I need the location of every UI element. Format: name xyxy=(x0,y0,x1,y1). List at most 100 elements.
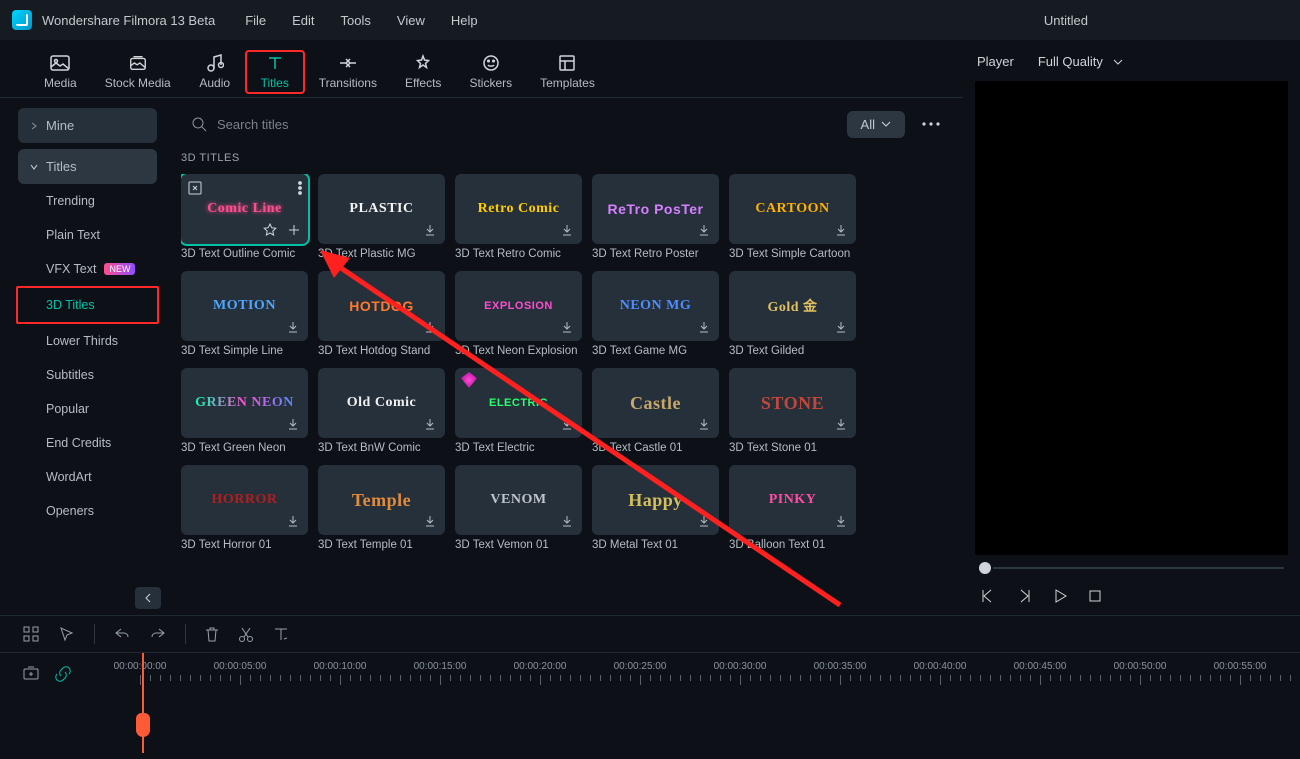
tab-transitions[interactable]: Transitions xyxy=(305,50,391,94)
prev-frame-button[interactable] xyxy=(979,587,997,605)
download-icon[interactable] xyxy=(284,318,302,336)
title-thumbnail[interactable]: HORROR xyxy=(181,465,308,535)
tab-media[interactable]: Media xyxy=(30,50,91,94)
title-card[interactable]: HOTDOG3D Text Hotdog Stand xyxy=(318,271,445,357)
progress-handle[interactable] xyxy=(979,562,991,574)
cursor-icon[interactable] xyxy=(58,625,76,643)
download-icon[interactable] xyxy=(421,415,439,433)
title-thumbnail[interactable]: PLASTIC xyxy=(318,174,445,244)
timeline[interactable]: 00:00:00:0000:00:05:0000:00:10:0000:00:1… xyxy=(0,653,1300,759)
download-icon[interactable] xyxy=(558,221,576,239)
tab-templates[interactable]: Templates xyxy=(526,50,609,94)
more-vert-icon[interactable] xyxy=(298,181,302,195)
delete-button[interactable] xyxy=(204,625,220,643)
sidebar-item-lower-thirds[interactable]: Lower Thirds xyxy=(18,324,157,358)
download-icon[interactable] xyxy=(421,318,439,336)
tab-effects[interactable]: Effects xyxy=(391,50,455,94)
sidebar-mine[interactable]: Mine xyxy=(18,108,157,143)
title-thumbnail[interactable]: Old Comic xyxy=(318,368,445,438)
title-thumbnail[interactable]: EXPLOSION xyxy=(455,271,582,341)
download-icon[interactable] xyxy=(832,221,850,239)
title-card[interactable]: PLASTIC3D Text Plastic MG xyxy=(318,174,445,260)
title-thumbnail[interactable]: Retro Comic xyxy=(455,174,582,244)
undo-button[interactable] xyxy=(113,625,131,643)
sidebar-item-trending[interactable]: Trending xyxy=(18,184,157,218)
quality-select[interactable]: Full Quality xyxy=(1038,54,1123,69)
sidebar-item-popular[interactable]: Popular xyxy=(18,392,157,426)
title-thumbnail[interactable]: Happy xyxy=(592,465,719,535)
download-icon[interactable] xyxy=(284,512,302,530)
menu-tools[interactable]: Tools xyxy=(341,13,371,28)
title-thumbnail[interactable]: Temple xyxy=(318,465,445,535)
title-card[interactable]: Castle3D Text Castle 01 xyxy=(592,368,719,454)
download-icon[interactable] xyxy=(558,415,576,433)
menu-view[interactable]: View xyxy=(397,13,425,28)
add-icon[interactable] xyxy=(286,222,302,238)
expand-icon[interactable] xyxy=(187,180,203,196)
link-icon[interactable] xyxy=(54,665,72,683)
star-icon[interactable] xyxy=(262,222,278,238)
title-thumbnail[interactable]: Castle xyxy=(592,368,719,438)
play-button[interactable] xyxy=(1051,587,1069,605)
filter-all-select[interactable]: All xyxy=(847,111,905,138)
download-icon[interactable] xyxy=(695,512,713,530)
sidebar-item-3d-titles[interactable]: 3D Titles xyxy=(16,286,159,324)
title-thumbnail[interactable]: HOTDOG xyxy=(318,271,445,341)
sidebar-item-subtitles[interactable]: Subtitles xyxy=(18,358,157,392)
text-tool-button[interactable] xyxy=(272,625,290,643)
tab-audio[interactable]: Audio xyxy=(185,50,245,94)
title-thumbnail[interactable]: Gold 金 xyxy=(729,271,856,341)
download-icon[interactable] xyxy=(558,318,576,336)
title-card[interactable]: Temple3D Text Temple 01 xyxy=(318,465,445,551)
next-frame-button[interactable] xyxy=(1015,587,1033,605)
title-card[interactable]: ELECTRIC3D Text Electric xyxy=(455,368,582,454)
redo-button[interactable] xyxy=(149,625,167,643)
download-icon[interactable] xyxy=(832,318,850,336)
title-card[interactable]: CARTOON3D Text Simple Cartoon xyxy=(729,174,856,260)
title-card[interactable]: PINKY3D Balloon Text 01 xyxy=(729,465,856,551)
title-card[interactable]: Gold 金3D Text Gilded xyxy=(729,271,856,357)
collapse-sidebar-button[interactable] xyxy=(135,587,161,609)
title-card[interactable]: HORROR3D Text Horror 01 xyxy=(181,465,308,551)
tab-stickers[interactable]: Stickers xyxy=(455,50,526,94)
title-thumbnail[interactable]: GREEN NEON xyxy=(181,368,308,438)
title-card[interactable]: Old Comic3D Text BnW Comic xyxy=(318,368,445,454)
tab-stock-media[interactable]: Stock Media xyxy=(91,50,185,94)
search-input[interactable]: Search titles xyxy=(181,110,837,138)
title-card[interactable]: NEON MG3D Text Game MG xyxy=(592,271,719,357)
title-card[interactable]: Happy3D Metal Text 01 xyxy=(592,465,719,551)
split-button[interactable] xyxy=(238,625,254,643)
title-thumbnail[interactable]: STONE xyxy=(729,368,856,438)
download-icon[interactable] xyxy=(284,415,302,433)
tab-titles[interactable]: Titles xyxy=(245,50,305,94)
download-icon[interactable] xyxy=(695,415,713,433)
grid-icon[interactable] xyxy=(22,625,40,643)
menu-edit[interactable]: Edit xyxy=(292,13,314,28)
download-icon[interactable] xyxy=(421,512,439,530)
download-icon[interactable] xyxy=(695,221,713,239)
title-thumbnail[interactable]: CARTOON xyxy=(729,174,856,244)
title-thumbnail[interactable]: ReTro PosTer xyxy=(592,174,719,244)
sidebar-item-end-credits[interactable]: End Credits xyxy=(18,426,157,460)
title-card[interactable]: Retro Comic3D Text Retro Comic xyxy=(455,174,582,260)
download-icon[interactable] xyxy=(695,318,713,336)
sidebar-item-wordart[interactable]: WordArt xyxy=(18,460,157,494)
sidebar-item-plain-text[interactable]: Plain Text xyxy=(18,218,157,252)
menu-help[interactable]: Help xyxy=(451,13,478,28)
sidebar-item-vfx-text[interactable]: VFX TextNEW xyxy=(18,252,157,286)
download-icon[interactable] xyxy=(832,415,850,433)
title-card[interactable]: STONE3D Text Stone 01 xyxy=(729,368,856,454)
title-thumbnail[interactable]: MOTION xyxy=(181,271,308,341)
sidebar-titles[interactable]: Titles xyxy=(18,149,157,184)
menu-file[interactable]: File xyxy=(245,13,266,28)
download-icon[interactable] xyxy=(558,512,576,530)
title-card[interactable]: GREEN NEON3D Text Green Neon xyxy=(181,368,308,454)
title-card[interactable]: Comic Line3D Text Outline Comic xyxy=(181,174,308,260)
preview-viewport[interactable] xyxy=(975,81,1288,555)
title-thumbnail[interactable]: NEON MG xyxy=(592,271,719,341)
download-icon[interactable] xyxy=(832,512,850,530)
title-card[interactable]: VENOM3D Text Vemon 01 xyxy=(455,465,582,551)
add-track-icon[interactable] xyxy=(22,665,40,683)
progress-bar[interactable] xyxy=(975,555,1288,581)
more-options-button[interactable] xyxy=(915,108,947,140)
